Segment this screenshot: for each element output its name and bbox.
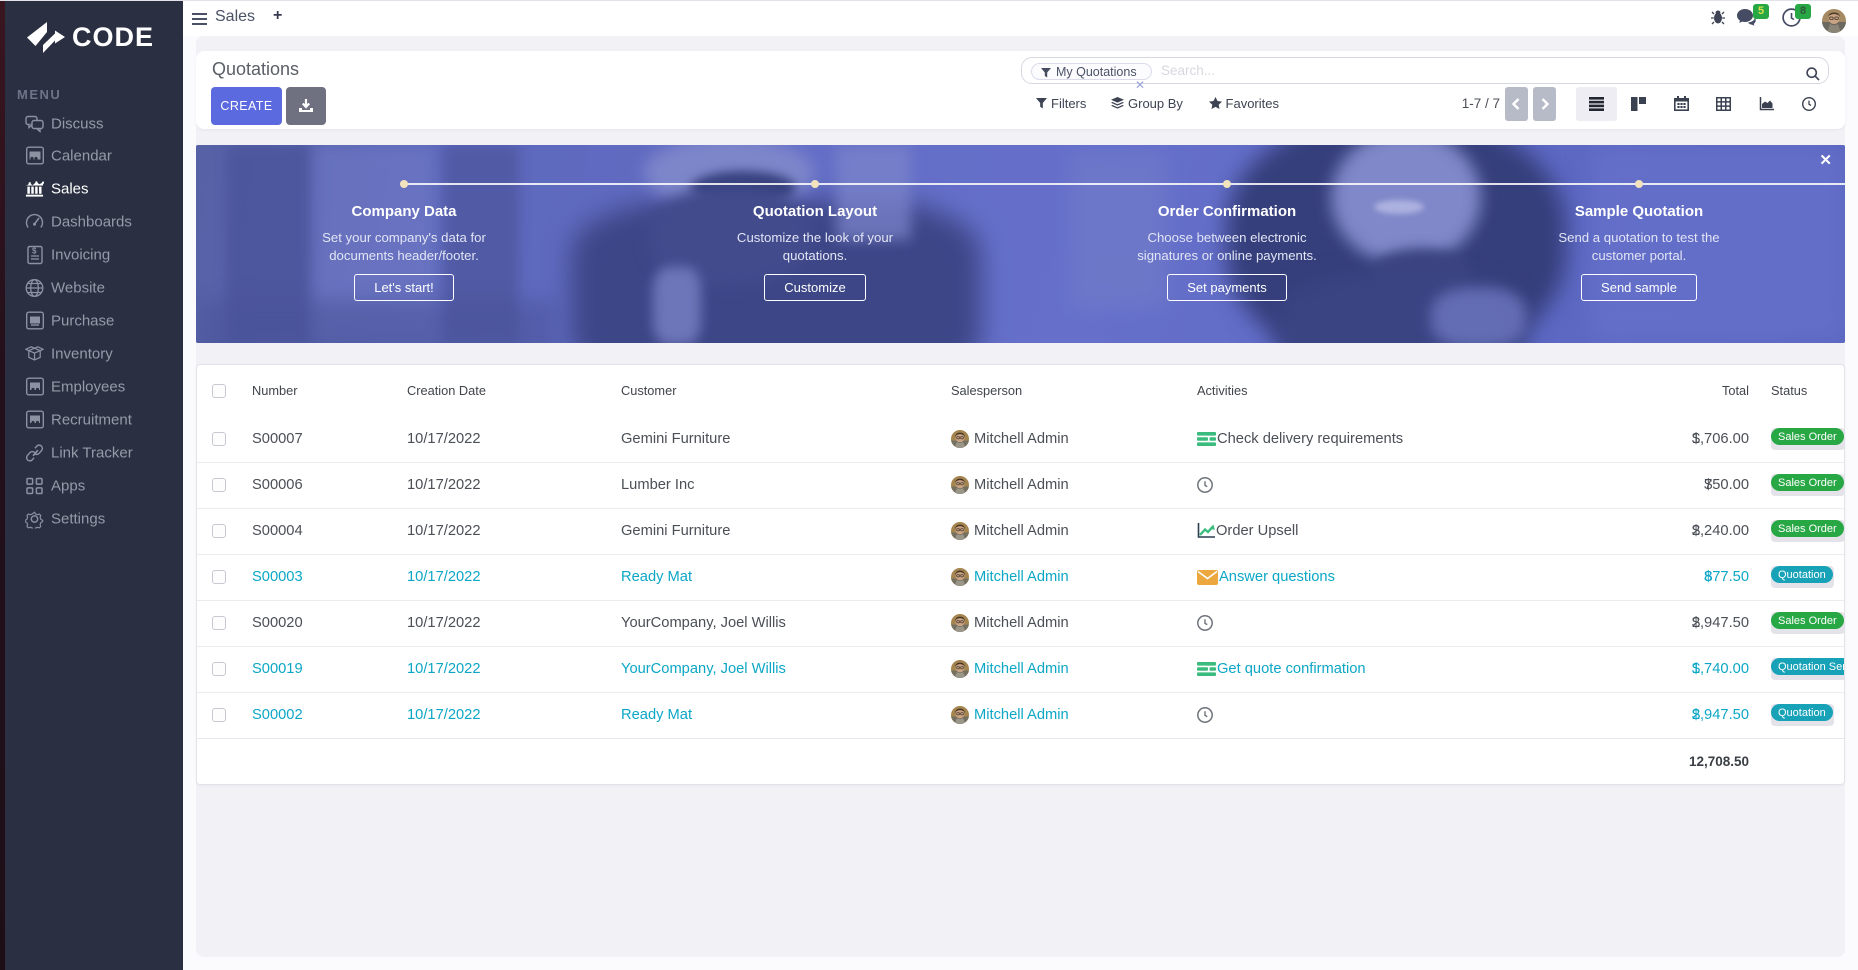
svg-text:$: $: [32, 246, 37, 255]
